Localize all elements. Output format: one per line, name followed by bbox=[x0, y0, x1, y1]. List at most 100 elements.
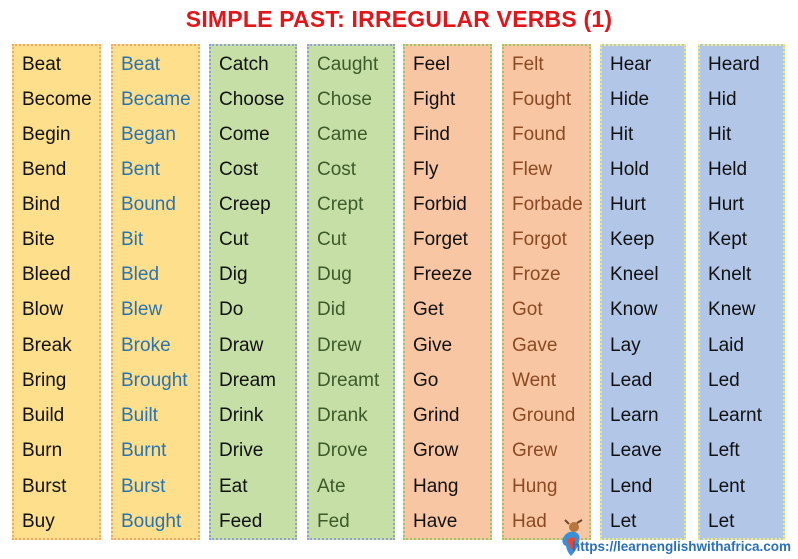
verb-word: Bring bbox=[22, 370, 67, 391]
verb-word: Get bbox=[413, 299, 444, 320]
verb-word: Dream bbox=[219, 370, 277, 391]
verb-word: Hear bbox=[610, 54, 652, 75]
verb-word: Beat bbox=[121, 54, 161, 75]
verb-word: Heard bbox=[708, 54, 760, 75]
verb-word: Built bbox=[121, 405, 158, 426]
verb-word: Hide bbox=[610, 89, 650, 110]
verb-word: Did bbox=[317, 299, 346, 320]
verb-word: Froze bbox=[512, 264, 561, 285]
verb-word: Drew bbox=[317, 335, 362, 356]
verb-word: Kept bbox=[708, 229, 748, 250]
verb-word: Build bbox=[22, 405, 65, 426]
verb-word: Gave bbox=[512, 335, 558, 356]
verb-word: Cost bbox=[219, 159, 259, 180]
verb-word: Leave bbox=[610, 440, 662, 461]
verb-word: Burst bbox=[22, 476, 67, 497]
verb-word: Ate bbox=[317, 476, 346, 497]
verb-word: Choose bbox=[219, 89, 285, 110]
column-past-4: Heard Hid Hit Held Hurt Kept Knelt Knew Laid Led L… bbox=[698, 44, 785, 540]
verb-word: Laid bbox=[708, 335, 744, 356]
verb-word: Grew bbox=[512, 440, 558, 461]
verb-word: Cut bbox=[219, 229, 249, 250]
verb-word: Fight bbox=[413, 89, 456, 110]
verb-word: Held bbox=[708, 159, 748, 180]
verb-word: Begin bbox=[22, 124, 71, 145]
verb-word: Had bbox=[512, 511, 547, 532]
verb-word: Flew bbox=[512, 159, 553, 180]
verb-word: Dreamt bbox=[317, 370, 380, 391]
verb-word: Beat bbox=[22, 54, 62, 75]
verb-word: Fly bbox=[413, 159, 439, 180]
website-link[interactable]: https://learnenglishwithafrica.com bbox=[572, 539, 791, 554]
verb-word: Find bbox=[413, 124, 450, 145]
verb-word: Got bbox=[512, 299, 543, 320]
verb-word: Grind bbox=[413, 405, 460, 426]
verb-word: Come bbox=[219, 124, 270, 145]
verb-word: Grow bbox=[413, 440, 459, 461]
verb-word: Drank bbox=[317, 405, 368, 426]
verb-word: Lent bbox=[708, 476, 745, 497]
verb-word: Bleed bbox=[22, 264, 71, 285]
verb-word: Draw bbox=[219, 335, 264, 356]
verb-word: Freeze bbox=[413, 264, 473, 285]
verb-word: Came bbox=[317, 124, 368, 145]
verb-word: Hold bbox=[610, 159, 650, 180]
verb-word: Cost bbox=[317, 159, 357, 180]
verb-word: Fought bbox=[512, 89, 572, 110]
verb-word: Give bbox=[413, 335, 453, 356]
verb-word: Become bbox=[22, 89, 92, 110]
column-base-1: Beat Become Begin Bend Bind Bite Bleed Blow Brea… bbox=[12, 44, 101, 540]
verb-word: Drive bbox=[219, 440, 264, 461]
verb-word: Lead bbox=[610, 370, 653, 391]
verb-word: Crept bbox=[317, 194, 364, 215]
verb-word: Broke bbox=[121, 335, 171, 356]
footer: https://learnenglishwithafrica.com bbox=[572, 539, 791, 554]
verb-word: Creep bbox=[219, 194, 271, 215]
verb-word: Hang bbox=[413, 476, 459, 497]
verb-word: Dig bbox=[219, 264, 248, 285]
verb-word: Have bbox=[413, 511, 458, 532]
verb-word: Drink bbox=[219, 405, 264, 426]
verb-word: Cut bbox=[317, 229, 347, 250]
verb-word: Caught bbox=[317, 54, 379, 75]
verb-word: Dug bbox=[317, 264, 352, 285]
verb-word: Went bbox=[512, 370, 557, 391]
verb-word: Bought bbox=[121, 511, 182, 532]
verb-word: Bit bbox=[121, 229, 144, 250]
verb-word: Hung bbox=[512, 476, 558, 497]
verb-word: Bound bbox=[121, 194, 176, 215]
column-base-3: Feel Fight Find Fly Forbid Forget Freeze Get Giv… bbox=[403, 44, 492, 540]
page-title: SIMPLE PAST: IRREGULAR VERBS (1) bbox=[185, 6, 613, 32]
column-base-2: Catch Choose Come Cost Creep Cut Dig Do Draw Drea… bbox=[209, 44, 297, 540]
verb-word: Let bbox=[708, 511, 735, 532]
verb-word: Knelt bbox=[708, 264, 752, 285]
verb-word: Forgot bbox=[512, 229, 567, 250]
verb-word: Forbade bbox=[512, 194, 583, 215]
verb-word: Ground bbox=[512, 405, 576, 426]
verb-word: Hurt bbox=[708, 194, 744, 215]
column-base-4: Hear Hide Hit Hold Hurt Keep Kneel Know Lay Lead L… bbox=[600, 44, 686, 540]
verb-word: Kneel bbox=[610, 264, 659, 285]
verb-word: Learn bbox=[610, 405, 659, 426]
column-past-3: Felt Fought Found Flew Forbade Forgot Froze Got… bbox=[502, 44, 591, 540]
verb-word: Burn bbox=[22, 440, 63, 461]
verb-word: Brought bbox=[121, 370, 188, 391]
verb-word: Knew bbox=[708, 299, 756, 320]
verb-word: Left bbox=[708, 440, 740, 461]
verb-word: Fed bbox=[317, 511, 350, 532]
verb-word: Catch bbox=[219, 54, 269, 75]
verb-word: Blew bbox=[121, 299, 163, 320]
verb-word: Burst bbox=[121, 476, 166, 497]
verb-word: Forbid bbox=[413, 194, 467, 215]
column-past-2: Caught Chose Came Cost Crept Cut Dug Did Drew Dre… bbox=[307, 44, 395, 540]
verb-word: Hurt bbox=[610, 194, 646, 215]
verb-word: Learnt bbox=[708, 405, 762, 426]
verb-word: Bite bbox=[22, 229, 55, 250]
verb-word: Feel bbox=[413, 54, 450, 75]
verb-word: Keep bbox=[610, 229, 655, 250]
verb-word: Do bbox=[219, 299, 244, 320]
verb-word: Lend bbox=[610, 476, 653, 497]
verb-word: Bled bbox=[121, 264, 160, 285]
verb-word: Feed bbox=[219, 511, 263, 532]
verb-word: Hid bbox=[708, 89, 737, 110]
